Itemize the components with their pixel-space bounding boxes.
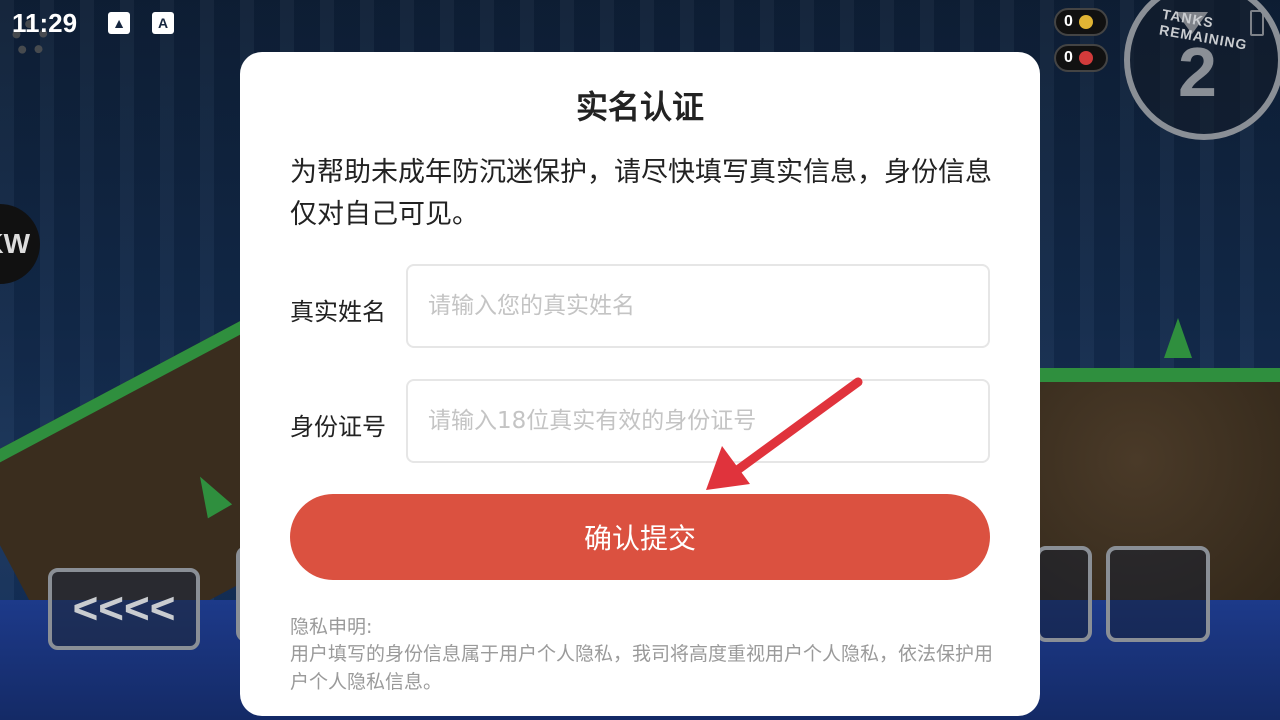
hud-slot[interactable] bbox=[1036, 546, 1092, 642]
privacy-statement: 用户填写的身份信息属于用户个人隐私，我司将高度重视用户个人隐私，依法保护用户个人… bbox=[290, 643, 994, 693]
game-screen: 11:29 ▲ A 0 0 TANKS REMAINING 2 KW <<<< … bbox=[0, 0, 1280, 720]
real-name-dialog: 实名认证 为帮助未成年防沉迷保护，请尽快填写真实信息，身份信息仅对自己可见。 真… bbox=[240, 52, 1040, 716]
tanks-remaining-count: 2 bbox=[1178, 33, 1217, 111]
privacy-title: 隐私申明: bbox=[290, 616, 373, 638]
id-field-label: 身份证号 bbox=[290, 413, 386, 441]
name-field-label: 真实姓名 bbox=[290, 298, 386, 326]
coin-icon bbox=[1078, 15, 1093, 29]
submit-button[interactable]: 确认提交 bbox=[290, 494, 990, 580]
dialog-description: 为帮助未成年防沉迷保护，请尽快填写真实信息，身份信息仅对自己可见。 bbox=[290, 157, 992, 230]
status-time: 11:29 bbox=[12, 8, 78, 38]
coin-counter: 0 bbox=[1054, 8, 1108, 36]
hud-slot[interactable] bbox=[1106, 546, 1210, 642]
real-name-input[interactable] bbox=[406, 264, 990, 348]
tree-icon bbox=[1164, 318, 1192, 358]
dialog-title: 实名认证 bbox=[575, 88, 704, 126]
gem-counter: 0 bbox=[1054, 44, 1108, 72]
id-number-input[interactable] bbox=[406, 379, 990, 463]
image-icon: ▲ bbox=[108, 12, 130, 34]
coin-count: 0 bbox=[1064, 13, 1073, 30]
a-icon: A bbox=[152, 12, 174, 34]
gem-icon bbox=[1078, 51, 1093, 65]
gem-count: 0 bbox=[1064, 49, 1073, 66]
back-button[interactable]: <<<< bbox=[48, 568, 200, 650]
